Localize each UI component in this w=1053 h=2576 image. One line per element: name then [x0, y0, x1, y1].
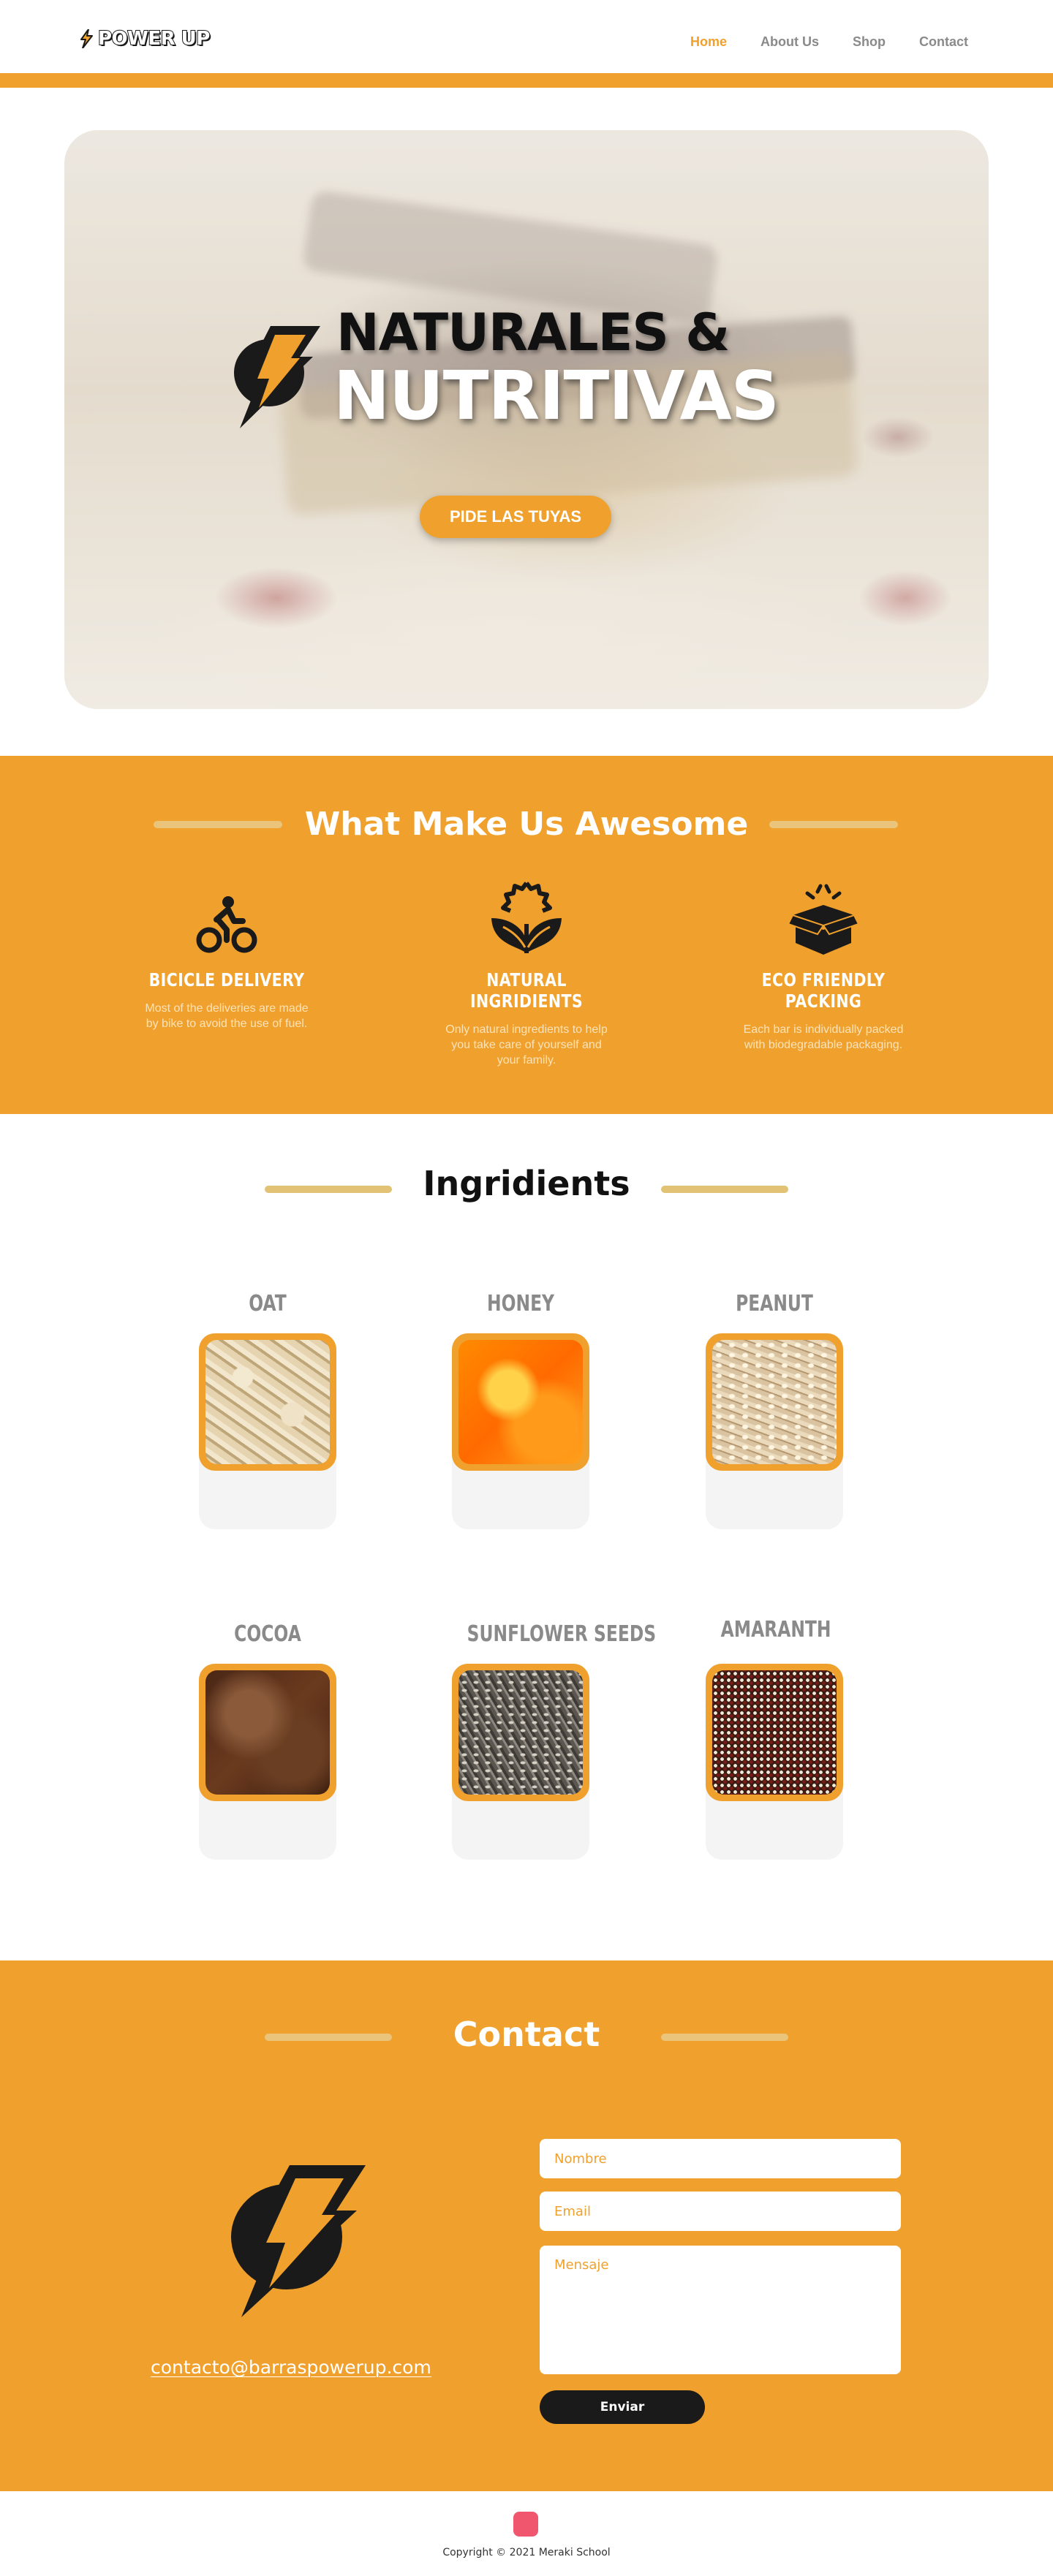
order-cta-button[interactable]: PIDE LAS TUYAS [420, 496, 611, 538]
nav-link-shop[interactable]: Shop [853, 34, 886, 50]
email-field[interactable] [540, 2192, 901, 2231]
honey-photo [458, 1340, 583, 1464]
feature-card: ECO FRIENDLY PACKING Each bar is individ… [714, 877, 933, 1053]
hero-title-line2: NUTRITIVAS [333, 357, 780, 435]
brand-name: POWER UP [97, 27, 211, 50]
ingredient-card[interactable]: SUNFLOWER SEEDS [452, 1621, 657, 1860]
feature-title: BICICLE DELIVERY [148, 969, 305, 990]
ingredient-card-body [706, 1333, 843, 1529]
feature-description: Each bar is individually packed with bio… [743, 1023, 904, 1051]
leaf-gear-icon [491, 882, 562, 953]
bolt-emblem-icon [234, 326, 320, 428]
feature-description: Only natural ingredients to help you tak… [445, 1023, 608, 1067]
copyright-text: Copyright © 2021 Meraki School [442, 2547, 611, 2558]
hero-title-line1: NATURALES & [336, 303, 730, 363]
ingredient-name: AMARANTH [720, 1617, 831, 1643]
bolt-emblem-icon [231, 2165, 366, 2317]
feature-title: ECO FRIENDLY PACKING [761, 969, 886, 1012]
ingredient-card-body [452, 1333, 589, 1529]
instagram-icon[interactable] [513, 2512, 538, 2537]
features-section: What Make Us Awesome BICICLE DELIVERY Mo… [0, 756, 1053, 1114]
send-button[interactable]: Enviar [540, 2390, 705, 2424]
cocoa-photo [205, 1670, 330, 1795]
amaranth-photo [712, 1670, 837, 1795]
contact-title: Contact [453, 2015, 600, 2054]
contact-section: Contact contacto@barraspowerup.com Envia… [0, 1961, 1053, 2491]
ingredient-card-body [706, 1664, 843, 1860]
feature-card: NATURAL INGRIDIENTS Only natural ingredi… [417, 877, 636, 1068]
bolt-logo-icon [80, 29, 93, 48]
ingredient-name: PEANUT [736, 1291, 813, 1317]
nav-accent-bar [0, 73, 1053, 88]
oat-photo [205, 1340, 330, 1464]
contact-email-link[interactable]: contacto@barraspowerup.com [151, 2357, 431, 2378]
features-title: What Make Us Awesome [304, 806, 749, 843]
ingredient-card[interactable]: OAT [199, 1291, 336, 1529]
ingredient-name: COCOA [234, 1621, 301, 1647]
ingredient-card[interactable]: PEANUT [706, 1291, 843, 1529]
box-icon [788, 884, 858, 955]
sunflower-seeds-photo [458, 1670, 583, 1795]
feature-description: Most of the deliveries are made by bike … [145, 1002, 309, 1030]
feature-title: NATURAL INGRIDIENTS [469, 969, 584, 1012]
hero-banner: NATURALES & NUTRITIVAS PIDE LAS TUYAS [64, 130, 989, 709]
ingredient-card-body [199, 1333, 336, 1529]
brand-logo[interactable]: POWER UP [79, 27, 211, 50]
feature-card: BICICLE DELIVERY Most of the deliveries … [117, 877, 336, 1031]
ingredient-card[interactable]: COCOA [199, 1621, 336, 1860]
ingredients-title: Ingridients [423, 1164, 630, 1203]
nav-link-home[interactable]: Home [690, 34, 727, 50]
ingredient-name: SUNFLOWER SEEDS [467, 1621, 657, 1647]
ingredient-card-body [452, 1664, 589, 1860]
name-field[interactable] [540, 2139, 901, 2178]
nav-link-contact[interactable]: Contact [919, 34, 968, 50]
nav-link-about-us[interactable]: About Us [760, 34, 819, 50]
message-field[interactable] [540, 2246, 901, 2374]
ingredient-name: OAT [249, 1291, 287, 1317]
peanut-photo [712, 1340, 837, 1464]
bicycle-icon [196, 896, 257, 953]
nav-links: Home About Us Shop Contact [690, 34, 968, 50]
ingredient-card[interactable]: AMARANTH [706, 1617, 843, 1860]
ingredient-name: HONEY [487, 1291, 554, 1317]
ingredient-card[interactable]: HONEY [452, 1291, 589, 1529]
top-nav: POWER UP Home About Us Shop Contact [0, 0, 1053, 73]
ingredient-card-body [199, 1664, 336, 1860]
